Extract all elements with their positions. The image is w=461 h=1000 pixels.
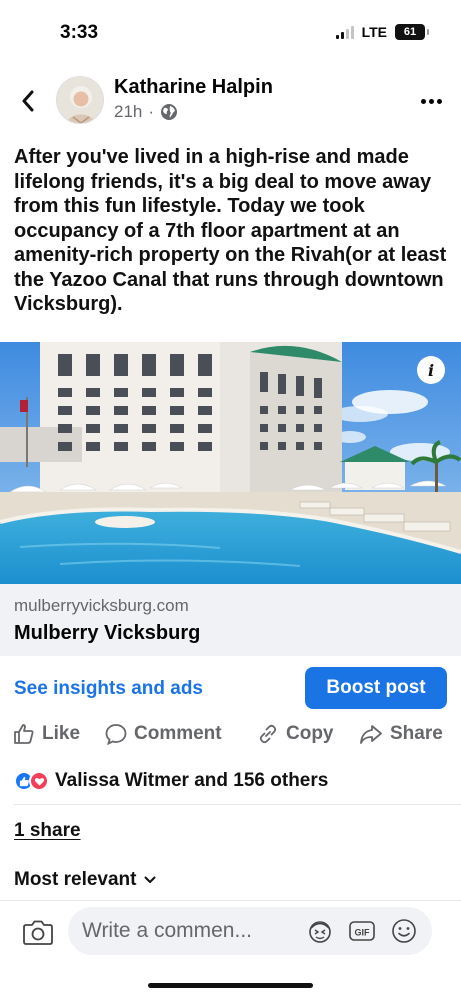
- signal-icon: [335, 25, 354, 39]
- meta-separator: ·: [148, 102, 155, 121]
- shares-count[interactable]: 1 share: [14, 820, 81, 842]
- battery-level: 61: [403, 26, 417, 38]
- comment-label: Comment: [134, 723, 222, 744]
- comment-sort-button[interactable]: Most relevant: [14, 869, 156, 891]
- post-text: After you've lived in a high-rise and ma…: [14, 146, 447, 315]
- more-dot: [428, 98, 434, 104]
- hotel-pool-photo: [0, 342, 461, 584]
- reactors-text: Valissa Witmer and 156 others: [55, 770, 329, 791]
- info-button[interactable]: i: [417, 356, 445, 384]
- chevron-left-icon: [22, 90, 34, 112]
- link-domain: mulberryvicksburg.com: [14, 596, 189, 615]
- like-button[interactable]: Like: [12, 722, 80, 746]
- copy-button[interactable]: Copy: [256, 722, 334, 746]
- more-dot: [420, 98, 426, 104]
- more-dot: [436, 98, 442, 104]
- emoji-icon[interactable]: [390, 917, 418, 945]
- thumbs-up-icon: [14, 724, 34, 744]
- share-button[interactable]: Share: [358, 722, 443, 746]
- reactions-summary[interactable]: Valissa Witmer and 156 others: [14, 764, 328, 798]
- more-options-button[interactable]: [415, 86, 447, 116]
- network-type: LTE: [361, 24, 387, 40]
- chevron-down-icon: [144, 876, 156, 883]
- comment-button[interactable]: Comment: [104, 722, 222, 746]
- back-button[interactable]: [14, 86, 42, 116]
- home-indicator[interactable]: [148, 983, 313, 988]
- avatar[interactable]: [56, 76, 104, 124]
- comment-input[interactable]: Write a commen... GIF: [68, 907, 432, 955]
- author-name[interactable]: Katharine Halpin: [114, 76, 273, 99]
- link-preview-image[interactable]: i: [0, 342, 461, 584]
- status-indicators: LTE 61: [335, 24, 429, 40]
- link-preview-meta[interactable]: mulberryvicksburg.com Mulberry Vicksburg: [0, 584, 461, 656]
- post-header: Katharine Halpin 21h ·: [0, 72, 461, 132]
- link-icon: [259, 724, 277, 744]
- copy-label: Copy: [286, 723, 334, 744]
- insights-row: See insights and ads Boost post: [0, 664, 461, 714]
- link-title: Mulberry Vicksburg: [14, 622, 201, 644]
- camera-icon: [23, 920, 53, 945]
- svg-text:GIF: GIF: [355, 928, 371, 938]
- comment-icon: [105, 724, 127, 746]
- boost-post-button[interactable]: Boost post: [305, 667, 447, 709]
- post-meta: 21h ·: [114, 102, 178, 122]
- comment-placeholder: Write a commen...: [82, 919, 252, 942]
- camera-button[interactable]: [22, 917, 54, 947]
- sort-label: Most relevant: [14, 869, 137, 890]
- like-label: Like: [42, 723, 81, 744]
- see-insights-link[interactable]: See insights and ads: [14, 678, 203, 700]
- share-arrow-icon: [360, 725, 382, 744]
- battery-icon: 61: [395, 24, 429, 40]
- post-time[interactable]: 21h: [114, 102, 142, 122]
- share-label: Share: [390, 723, 443, 744]
- status-bar: 3:33 LTE 61: [0, 0, 461, 64]
- post-actions: Like Comment Copy Share: [0, 716, 461, 752]
- avatar-image: [57, 77, 103, 123]
- status-time: 3:33: [60, 22, 99, 43]
- divider: [14, 804, 461, 805]
- comment-composer: Write a commen... GIF: [0, 900, 461, 962]
- globe-icon[interactable]: [160, 103, 178, 121]
- reaction-icons: [14, 771, 49, 791]
- avatar-sticker-icon[interactable]: [306, 917, 334, 945]
- gif-icon[interactable]: GIF: [348, 917, 376, 945]
- love-reaction-icon: [29, 771, 49, 791]
